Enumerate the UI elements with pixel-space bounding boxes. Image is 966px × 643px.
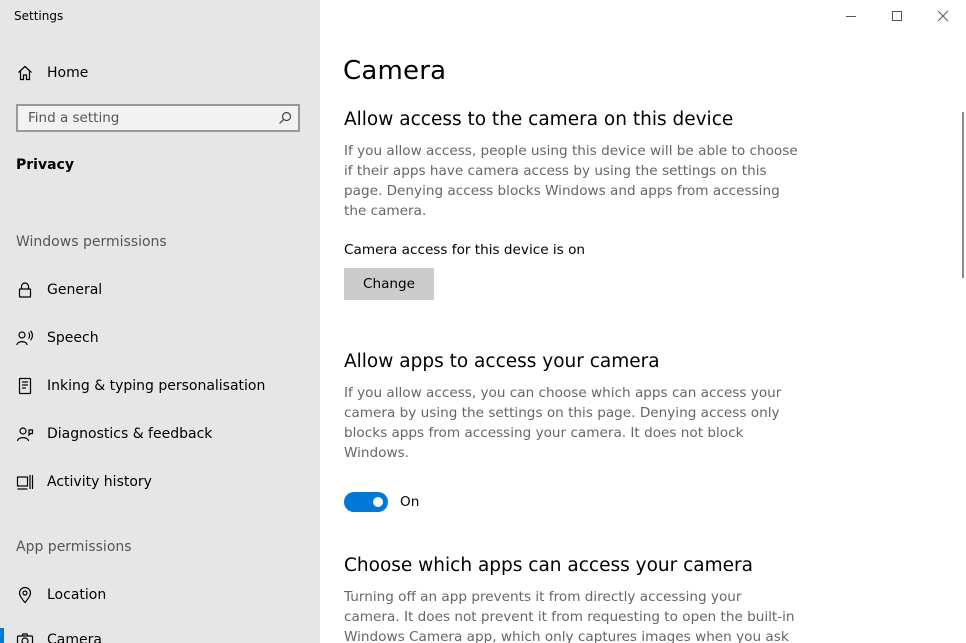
group-label-windows-permissions: Windows permissions xyxy=(16,234,167,250)
close-button[interactable] xyxy=(920,0,966,32)
device-access-status: Camera access for this device is on xyxy=(344,242,586,258)
diagnostics-icon xyxy=(16,425,34,443)
section-heading-app-access: Allow apps to access your camera xyxy=(344,351,660,372)
sidebar-item-label: Activity history xyxy=(47,474,152,490)
page-title: Camera xyxy=(343,56,447,86)
section-text-app-access: If you allow access, you can choose whic… xyxy=(344,385,782,461)
main-content: Camera Allow access to the camera on thi… xyxy=(320,0,966,643)
search-input[interactable] xyxy=(18,106,268,130)
maximize-icon xyxy=(892,11,902,21)
sidebar-item-label: Camera xyxy=(47,632,102,643)
toggle-state-label: On xyxy=(400,494,420,510)
sidebar-item-home[interactable]: Home xyxy=(0,53,320,93)
sidebar-item-inking[interactable]: Inking & typing personalisation xyxy=(0,366,320,406)
sidebar-item-location[interactable]: Location xyxy=(0,575,320,615)
change-button[interactable]: Change xyxy=(344,268,434,300)
sidebar-item-activity-history[interactable]: Activity history xyxy=(0,462,320,502)
maximize-button[interactable] xyxy=(874,0,920,32)
scrollbar-thumb[interactable] xyxy=(962,112,964,278)
sidebar-item-label: Location xyxy=(47,587,107,603)
minimize-icon xyxy=(846,16,856,17)
section-heading-choose-apps: Choose which apps can access your camera xyxy=(344,555,753,576)
section-text-choose-apps: Turning off an app prevents it from dire… xyxy=(344,589,795,643)
window-controls xyxy=(828,0,966,32)
group-label-app-permissions: App permissions xyxy=(16,539,132,555)
app-access-toggle[interactable] xyxy=(344,492,388,512)
section-heading-device-access: Allow access to the camera on this devic… xyxy=(344,109,734,130)
search-icon[interactable] xyxy=(278,111,292,125)
lock-icon xyxy=(16,281,34,299)
activity-history-icon xyxy=(16,473,34,491)
toggle-knob xyxy=(373,497,383,507)
section-text-device-access: If you allow access, people using this d… xyxy=(344,143,798,219)
speech-icon xyxy=(16,329,34,347)
location-icon xyxy=(16,586,34,604)
sidebar-item-camera[interactable]: Camera xyxy=(0,620,320,643)
sidebar-item-label: General xyxy=(47,282,103,298)
minimize-button[interactable] xyxy=(828,0,874,32)
close-icon xyxy=(937,10,949,22)
search-box xyxy=(16,104,300,132)
sidebar-item-diagnostics[interactable]: Diagnostics & feedback xyxy=(0,414,320,454)
sidebar: Settings Home Privacy Windows permission… xyxy=(0,0,320,643)
sidebar-item-general[interactable]: General xyxy=(0,270,320,310)
settings-window: Settings Home Privacy Windows permission… xyxy=(0,0,966,643)
sidebar-item-speech[interactable]: Speech xyxy=(0,318,320,358)
category-title: Privacy xyxy=(16,157,74,173)
camera-icon xyxy=(16,631,34,643)
sidebar-item-label: Home xyxy=(47,65,89,81)
app-title: Settings xyxy=(14,9,64,23)
inking-icon xyxy=(16,377,34,395)
sidebar-item-label: Speech xyxy=(47,330,99,346)
home-icon xyxy=(16,64,34,82)
sidebar-item-label: Inking & typing personalisation xyxy=(47,378,266,394)
sidebar-item-label: Diagnostics & feedback xyxy=(47,426,213,442)
